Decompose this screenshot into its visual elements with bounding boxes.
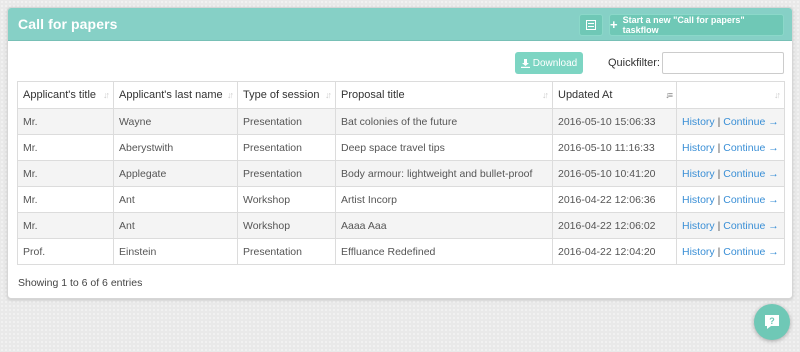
history-link[interactable]: History	[682, 168, 715, 180]
cell-title: Mr.	[17, 212, 114, 239]
history-link[interactable]: History	[682, 220, 715, 232]
cell-title: Mr.	[17, 134, 114, 161]
cell-session: Workshop	[237, 212, 336, 239]
page-title: Call for papers	[18, 16, 118, 32]
continue-link[interactable]: Continue →	[723, 246, 778, 258]
cell-last-name: Einstein	[113, 238, 238, 265]
cell-actions: History | Continue →	[676, 238, 785, 265]
cell-last-name: Applegate	[113, 160, 238, 187]
list-icon	[586, 20, 596, 30]
table-row: Mr. Ant Workshop Aaaa Aaa 2016-04-22 12:…	[17, 212, 785, 239]
col-last-name[interactable]: Applicant's last name ↓↑	[113, 81, 238, 109]
call-for-papers-panel: Call for papers + Start a new "Call for …	[7, 7, 793, 299]
cell-proposal: Body armour: lightweight and bullet-proo…	[335, 160, 553, 187]
start-taskflow-label: Start a new "Call for papers" taskflow	[622, 15, 745, 35]
download-label: Download	[532, 57, 578, 69]
cell-actions: History | Continue →	[676, 108, 785, 135]
table-info: Showing 1 to 6 of 6 entries	[18, 277, 143, 289]
cell-title: Prof.	[17, 238, 114, 265]
col-actions[interactable]: ↓↑	[676, 81, 785, 109]
help-button[interactable]: ?	[754, 304, 790, 340]
cell-actions: History | Continue →	[676, 186, 785, 213]
continue-link[interactable]: Continue →	[723, 142, 778, 154]
cell-updated: 2016-05-10 15:06:33	[552, 108, 677, 135]
sort-icon: ↓↑	[227, 90, 234, 100]
cell-session: Presentation	[237, 160, 336, 187]
cell-proposal: Effluance Redefined	[335, 238, 553, 265]
cell-title: Mr.	[17, 108, 114, 135]
col-session-type[interactable]: Type of session ↓↑	[237, 81, 336, 109]
cell-updated: 2016-05-10 10:41:20	[552, 160, 677, 187]
list-view-button[interactable]	[579, 14, 603, 36]
download-button[interactable]: Download	[515, 52, 583, 74]
history-link[interactable]: History	[682, 116, 715, 128]
table-header-row: Applicant's title ↓↑ Applicant's last na…	[17, 81, 785, 109]
cell-actions: History | Continue →	[676, 212, 785, 239]
quickfilter-input[interactable]	[662, 52, 784, 74]
cell-title: Mr.	[17, 160, 114, 187]
papers-table: Applicant's title ↓↑ Applicant's last na…	[17, 81, 785, 265]
separator: |	[717, 245, 721, 258]
separator: |	[717, 193, 721, 206]
cell-proposal: Artist Incorp	[335, 186, 553, 213]
cell-last-name: Ant	[113, 212, 238, 239]
cell-last-name: Aberystwith	[113, 134, 238, 161]
cell-actions: History | Continue →	[676, 134, 785, 161]
plus-icon: +	[610, 17, 618, 32]
sort-desc-icon: ↓≡	[665, 90, 673, 100]
history-link[interactable]: History	[682, 246, 715, 258]
cell-session: Presentation	[237, 134, 336, 161]
chat-help-icon: ?	[765, 315, 779, 329]
start-taskflow-button[interactable]: + Start a new "Call for papers" taskflow	[609, 14, 784, 36]
sort-icon: ↓↑	[325, 90, 332, 100]
sort-icon: ↓↑	[774, 90, 781, 100]
sort-icon: ↓↑	[103, 90, 110, 100]
cell-proposal: Deep space travel tips	[335, 134, 553, 161]
separator: |	[717, 167, 721, 180]
svg-text:?: ?	[769, 316, 775, 326]
cell-session: Workshop	[237, 186, 336, 213]
col-applicant-title[interactable]: Applicant's title ↓↑	[17, 81, 114, 109]
col-proposal-title[interactable]: Proposal title ↓↑	[335, 81, 553, 109]
cell-proposal: Aaaa Aaa	[335, 212, 553, 239]
cell-updated: 2016-04-22 12:06:36	[552, 186, 677, 213]
quickfilter-label: Quickfilter:	[608, 57, 660, 69]
cell-last-name: Wayne	[113, 108, 238, 135]
cell-title: Mr.	[17, 186, 114, 213]
table-row: Mr. Ant Workshop Artist Incorp 2016-04-2…	[17, 186, 785, 213]
history-link[interactable]: History	[682, 142, 715, 154]
cell-session: Presentation	[237, 108, 336, 135]
separator: |	[717, 115, 721, 128]
history-link[interactable]: History	[682, 194, 715, 206]
cell-updated: 2016-04-22 12:04:20	[552, 238, 677, 265]
continue-link[interactable]: Continue →	[723, 116, 778, 128]
table-row: Mr. Applegate Presentation Body armour: …	[17, 160, 785, 187]
table-toolbar: Download Quickfilter:	[8, 51, 792, 75]
separator: |	[717, 219, 721, 232]
cell-proposal: Bat colonies of the future	[335, 108, 553, 135]
cell-updated: 2016-05-10 11:16:33	[552, 134, 677, 161]
table-row: Mr. Wayne Presentation Bat colonies of t…	[17, 108, 785, 135]
separator: |	[717, 141, 721, 154]
col-updated-at[interactable]: Updated At ↓≡	[552, 81, 677, 109]
sort-icon: ↓↑	[542, 90, 549, 100]
cell-session: Presentation	[237, 238, 336, 265]
table-row: Prof. Einstein Presentation Effluance Re…	[17, 238, 785, 265]
continue-link[interactable]: Continue →	[723, 168, 778, 180]
cell-last-name: Ant	[113, 186, 238, 213]
panel-header: Call for papers + Start a new "Call for …	[8, 8, 792, 41]
cell-actions: History | Continue →	[676, 160, 785, 187]
continue-link[interactable]: Continue →	[723, 194, 778, 206]
download-icon	[520, 58, 530, 68]
table-row: Mr. Aberystwith Presentation Deep space …	[17, 134, 785, 161]
continue-link[interactable]: Continue →	[723, 220, 778, 232]
cell-updated: 2016-04-22 12:06:02	[552, 212, 677, 239]
